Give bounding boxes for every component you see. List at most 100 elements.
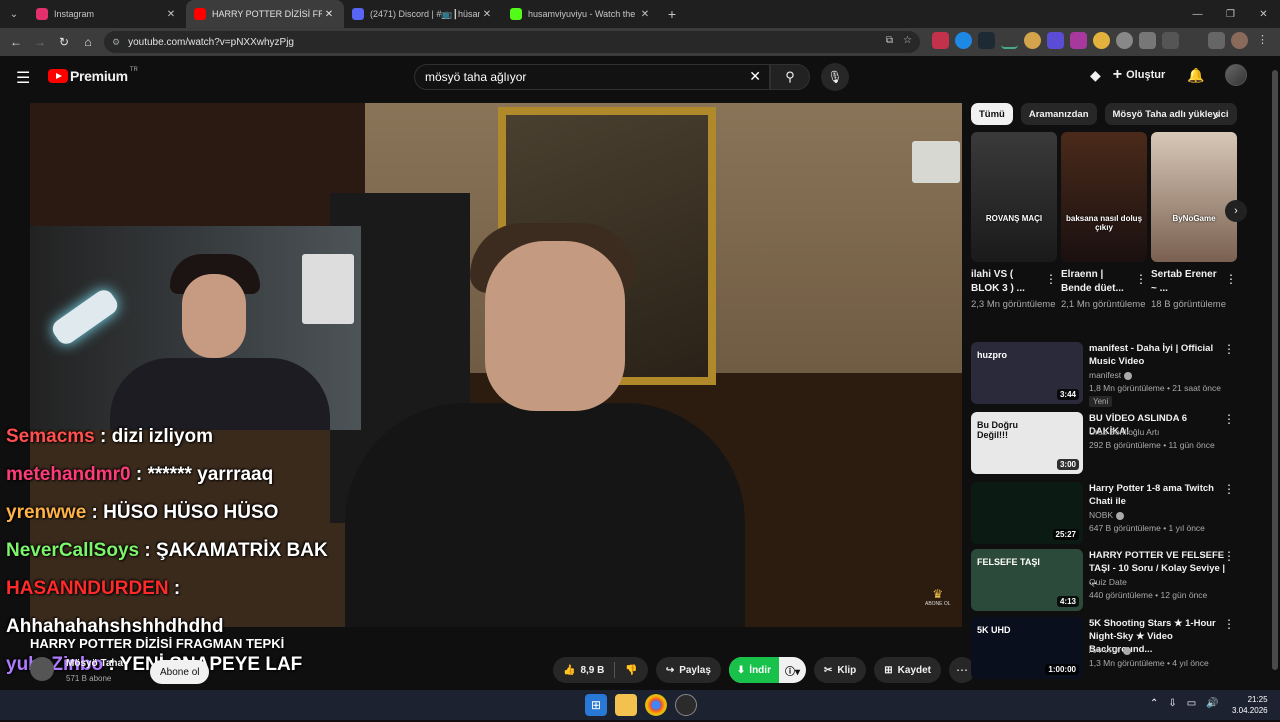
- short-title[interactable]: Elraenn | Bende düet...: [1061, 268, 1131, 296]
- extension-icon[interactable]: [1047, 32, 1064, 49]
- tab-search-button[interactable]: ⌄: [0, 0, 28, 28]
- recommended-video[interactable]: FELSEFE TAŞI 4:13 HARRY POTTER VE FELSEF…: [971, 549, 1241, 611]
- like-button[interactable]: 👍 8,9 B: [553, 657, 614, 683]
- channel-name[interactable]: Quiz Date: [1089, 577, 1127, 587]
- home-icon[interactable]: ⌂: [76, 30, 100, 54]
- channel-name[interactable]: NOBK: [1089, 510, 1125, 520]
- usb-icon[interactable]: ⇩: [1168, 698, 1176, 709]
- search-input[interactable]: mösyö taha ağlıyor ✕: [414, 64, 770, 90]
- tab-close-icon[interactable]: ✕: [480, 9, 494, 20]
- reading-list-icon[interactable]: [1208, 32, 1225, 49]
- extension-icon[interactable]: [1001, 32, 1018, 49]
- video-thumbnail[interactable]: huzpro 3:44: [971, 342, 1083, 404]
- close-window-icon[interactable]: ✕: [1247, 0, 1280, 28]
- clip-button[interactable]: ✂ Klip: [814, 657, 867, 683]
- recommended-video[interactable]: huzpro 3:44 manifest - Daha İyi | Offici…: [971, 342, 1241, 407]
- extension-icon[interactable]: [932, 32, 949, 49]
- tab-close-icon[interactable]: ✕: [638, 9, 652, 20]
- extension-icon[interactable]: [955, 32, 972, 49]
- recommended-video[interactable]: 5K UHD 1:00:00 5K Shooting Stars ★ 1-Hou…: [971, 617, 1241, 679]
- short-thumbnail[interactable]: ROVANŞ MAÇI: [971, 132, 1057, 262]
- video-thumbnail[interactable]: 25:27: [971, 482, 1083, 544]
- short-title[interactable]: ilahi VS ( BLOK 3 ) ...: [971, 268, 1041, 296]
- short-card[interactable]: ROVANŞ MAÇI ilahi VS ( BLOK 3 ) ... 2,3 …: [971, 132, 1057, 311]
- chrome-icon[interactable]: [645, 694, 667, 716]
- tab-close-icon[interactable]: ✕: [322, 9, 336, 20]
- tab-close-icon[interactable]: ✕: [164, 9, 178, 20]
- site-info-icon[interactable]: ⚙: [112, 37, 120, 48]
- shorts-next-button[interactable]: ›: [1225, 200, 1247, 222]
- video-thumbnail[interactable]: Bu Doğru Değil!!! 3:00: [971, 412, 1083, 474]
- download-button[interactable]: ⬇ İndir ⓘ▾: [728, 657, 806, 683]
- network-icon[interactable]: ▭: [1187, 698, 1196, 709]
- taskbar-clock[interactable]: 21:25 3.04.2026: [1232, 694, 1268, 716]
- filter-chip[interactable]: Tümü: [971, 103, 1013, 125]
- extension-icon[interactable]: [1093, 32, 1110, 49]
- video-title[interactable]: manifest - Daha İyi | Official Music Vid…: [1089, 342, 1227, 368]
- channel-name[interactable]: Mösyö Taha: [66, 658, 123, 669]
- more-vertical-icon[interactable]: ⋮: [1223, 412, 1235, 426]
- more-vertical-icon[interactable]: ⋮: [1135, 272, 1147, 286]
- voice-search-button[interactable]: 🎙: [821, 63, 849, 91]
- more-vertical-icon[interactable]: ⋮: [1223, 617, 1235, 631]
- short-card[interactable]: baksana nasıl doluş çıkıy Elraenn | Bend…: [1061, 132, 1147, 311]
- windows-start-icon[interactable]: ⊞: [585, 694, 607, 716]
- scrollbar-thumb[interactable]: [1272, 70, 1278, 670]
- more-vertical-icon[interactable]: ⋮: [1225, 272, 1237, 286]
- browser-tab[interactable]: HARRY POTTER DİZİSİ FRAGMA✕: [186, 0, 344, 28]
- account-avatar[interactable]: [1224, 64, 1247, 86]
- hamburger-menu-icon[interactable]: ☰: [16, 68, 30, 88]
- subscribe-watermark[interactable]: ♛ ABONE OL: [925, 587, 951, 607]
- filter-chip[interactable]: Aramanızdan: [1020, 103, 1097, 125]
- bookmark-star-icon[interactable]: ☆: [903, 35, 912, 46]
- video-thumbnail[interactable]: FELSEFE TAŞI 4:13: [971, 549, 1083, 611]
- save-button[interactable]: ⊞ Kaydet: [874, 657, 942, 683]
- channel-name[interactable]: manifest: [1089, 370, 1133, 380]
- reload-icon[interactable]: ↻: [52, 30, 76, 54]
- address-bar[interactable]: ⚙ youtube.com/watch?v=pNXXwhyzPjg ⧉ ☆: [104, 31, 920, 53]
- restore-icon[interactable]: ❐: [1214, 0, 1247, 28]
- extension-icon[interactable]: [1070, 32, 1087, 49]
- browser-tab[interactable]: Instagram ✕: [28, 0, 186, 28]
- share-button[interactable]: ↪ Paylaş: [655, 657, 721, 683]
- subscribe-button[interactable]: Abone ol: [150, 660, 210, 684]
- file-explorer-icon[interactable]: [615, 694, 637, 716]
- recommended-video[interactable]: Bu Doğru Değil!!! 3:00 BU VİDEO ASLINDA …: [971, 412, 1241, 474]
- more-vertical-icon[interactable]: ⋮: [1223, 482, 1235, 496]
- short-title[interactable]: Sertab Erener ~ ...: [1151, 268, 1221, 296]
- more-vertical-icon[interactable]: ⋮: [1045, 272, 1057, 286]
- minimize-icon[interactable]: —: [1181, 0, 1214, 28]
- channel-name[interactable]: Uras Benlioğlu Artı: [1089, 427, 1159, 437]
- menu-kebab-icon[interactable]: ⋮: [1254, 32, 1271, 49]
- back-arrow-icon[interactable]: ←: [4, 30, 28, 54]
- more-vertical-icon[interactable]: ⋮: [1223, 342, 1235, 356]
- channel-name[interactable]: AA-VFX: [1089, 645, 1131, 655]
- download-info-dropdown[interactable]: ⓘ▾: [779, 657, 806, 683]
- shield-icon[interactable]: [1139, 32, 1156, 49]
- search-button[interactable]: ⚲: [770, 64, 810, 90]
- cast-icon[interactable]: ⧉: [886, 35, 893, 46]
- browser-tab[interactable]: (2471) Discord | #📺┃hüsam-v✕: [344, 0, 502, 28]
- extension-icon[interactable]: [1116, 32, 1133, 49]
- recommended-video[interactable]: 25:27 Harry Potter 1-8 ama Twitch Chati …: [971, 482, 1241, 544]
- puzzle-icon[interactable]: [1162, 32, 1179, 49]
- extension-icon[interactable]: [1024, 32, 1041, 49]
- extension-icon[interactable]: [978, 32, 995, 49]
- app-icon[interactable]: [675, 694, 697, 716]
- profile-avatar-icon[interactable]: [1231, 32, 1248, 49]
- volume-icon[interactable]: 🔊: [1206, 698, 1218, 709]
- forward-arrow-icon[interactable]: →: [28, 30, 52, 54]
- short-thumbnail[interactable]: ByNoGame: [1151, 132, 1237, 262]
- clear-search-icon[interactable]: ✕: [749, 68, 761, 85]
- dislike-button[interactable]: 👎: [615, 657, 647, 683]
- more-vertical-icon[interactable]: ⋮: [1223, 549, 1235, 563]
- youtube-premium-logo[interactable]: Premium TR: [48, 67, 138, 84]
- new-tab-button[interactable]: +: [660, 6, 684, 22]
- shorts-icon[interactable]: ◆: [1090, 67, 1101, 84]
- short-card[interactable]: ByNoGame Sertab Erener ~ ... 18 B görünt…: [1151, 132, 1237, 311]
- notifications-bell-icon[interactable]: 🔔: [1187, 67, 1204, 84]
- chevron-right-icon[interactable]: ›: [1215, 108, 1219, 122]
- browser-tab[interactable]: husamviyuviyu - Watch the VOD✕: [502, 0, 660, 28]
- short-thumbnail[interactable]: baksana nasıl doluş çıkıy: [1061, 132, 1147, 262]
- page-scrollbar[interactable]: [1270, 70, 1280, 694]
